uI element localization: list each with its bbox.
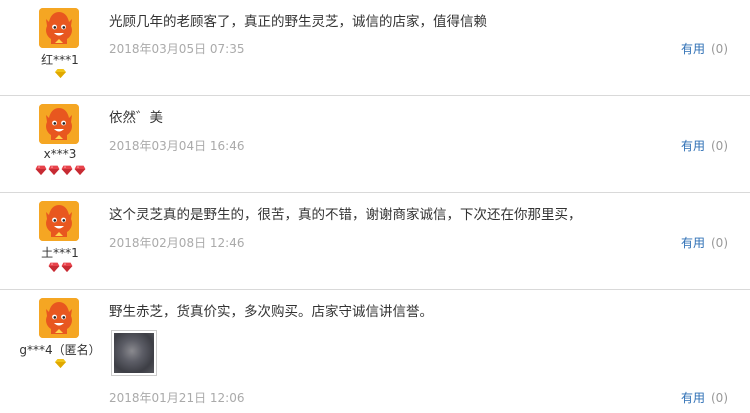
review-date: 2018年01月21日 12:06	[109, 391, 245, 405]
useful-label[interactable]: 有用	[681, 236, 705, 250]
username: 红***1	[41, 53, 79, 67]
review-item: 土***1 这个灵芝真的是野生的，很苦，真的不错，谢谢商家诚信，下次还在你那里买…	[0, 193, 750, 290]
review-text: 光顾几年的老顾客了，真正的野生灵芝，诚信的店家，值得信赖	[109, 14, 487, 30]
review-date: 2018年02月08日 12:46	[109, 236, 245, 250]
useful-count: (0)	[711, 391, 728, 405]
user-level-badges	[0, 262, 120, 272]
review-photo	[114, 333, 154, 373]
mascot-avatar-icon	[39, 201, 79, 241]
useful-label[interactable]: 有用	[681, 391, 705, 405]
username: x***3	[43, 147, 77, 161]
useful-button[interactable]: 有用 (0)	[681, 40, 728, 57]
useful-button[interactable]: 有用 (0)	[681, 137, 728, 154]
red-heart-diamond-icon	[48, 165, 60, 175]
review-text: 这个灵芝真的是野生的，很苦，真的不错，谢谢商家诚信，下次还在你那里买，	[109, 207, 582, 223]
mascot-avatar-icon	[39, 298, 79, 338]
useful-button[interactable]: 有用 (0)	[681, 234, 728, 251]
red-heart-diamond-icon	[61, 165, 73, 175]
user-level-badges	[0, 69, 120, 78]
useful-count: (0)	[711, 236, 728, 250]
avatar[interactable]	[39, 201, 79, 241]
review-photo-thumbnail[interactable]	[111, 330, 157, 376]
gold-diamond-icon	[54, 359, 66, 368]
useful-count: (0)	[711, 139, 728, 153]
useful-label[interactable]: 有用	[681, 42, 705, 56]
gold-diamond-icon	[54, 69, 66, 78]
mascot-avatar-icon	[39, 104, 79, 144]
review-text: 依然゛美	[109, 110, 163, 126]
useful-label[interactable]: 有用	[681, 139, 705, 153]
red-heart-diamond-icon	[74, 165, 86, 175]
user-level-badges	[0, 359, 120, 368]
username: 土***1	[41, 246, 79, 260]
username: g***4（匿名）	[19, 343, 101, 357]
avatar[interactable]	[39, 8, 79, 48]
avatar[interactable]	[39, 104, 79, 144]
avatar[interactable]	[39, 298, 79, 338]
reviewer-column: x***3	[0, 96, 120, 193]
reviewer-column: 土***1	[0, 193, 120, 290]
useful-button[interactable]: 有用 (0)	[681, 389, 728, 406]
reviewer-column: g***4（匿名）	[0, 290, 120, 413]
red-heart-diamond-icon	[48, 262, 60, 272]
mascot-avatar-icon	[39, 8, 79, 48]
review-date: 2018年03月05日 07:35	[109, 42, 245, 56]
useful-count: (0)	[711, 42, 728, 56]
red-heart-diamond-icon	[35, 165, 47, 175]
red-heart-diamond-icon	[61, 262, 73, 272]
review-item: 红***1 光顾几年的老顾客了，真正的野生灵芝，诚信的店家，值得信赖 2018年…	[0, 0, 750, 96]
review-item: x***3 依然゛美 2018年03月04日 16:46 有用 (0)	[0, 96, 750, 193]
review-text: 野生赤芝，货真价实，多次购买。店家守诚信讲信誉。	[109, 304, 433, 320]
user-level-badges	[0, 165, 120, 175]
review-date: 2018年03月04日 16:46	[109, 139, 245, 153]
reviewer-column: 红***1	[0, 0, 120, 96]
